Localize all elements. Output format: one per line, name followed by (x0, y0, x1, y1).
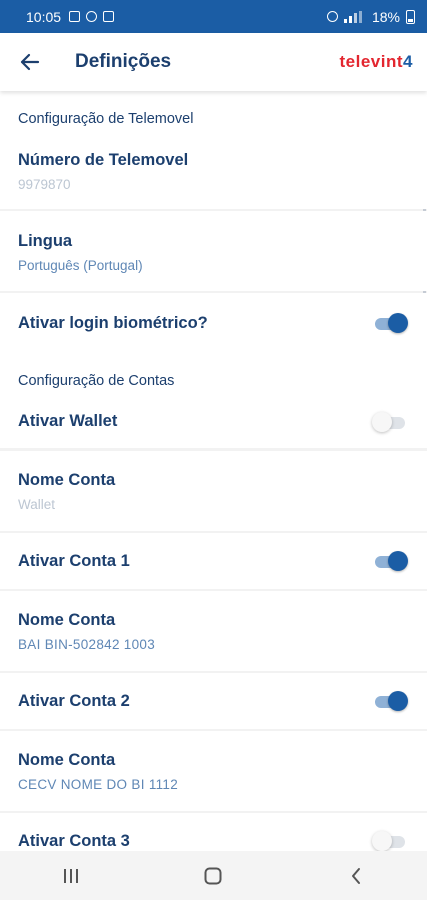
back-button[interactable] (0, 53, 60, 71)
account1-label: Ativar Conta 1 (18, 552, 130, 570)
alarm-icon (326, 11, 338, 22)
biometric-label: Ativar login biométrico? (18, 314, 208, 332)
accounts-config-title: Configuração de Contas (18, 373, 175, 389)
status-bar: 10:05 18% (0, 0, 427, 33)
account2-toggle[interactable] (373, 690, 408, 712)
logo-suffix: 4 (403, 52, 413, 71)
account1-name-label: Nome Conta (18, 611, 116, 629)
account3-label: Ativar Conta 3 (18, 832, 130, 850)
biometric-accounts-section: Ativar login biométrico? Configuração de… (0, 293, 427, 448)
settings-list[interactable]: Configuração de Telemovel Número de Tele… (0, 91, 427, 851)
wallet-label: Ativar Wallet (18, 412, 118, 430)
logo-text: televint (339, 52, 404, 71)
chevron-left-icon (351, 867, 360, 884)
account1-name-value: BAI BIN-502842 1003 (18, 637, 156, 652)
signal-icon (343, 10, 362, 23)
battery-percentage: 18% (371, 8, 400, 25)
battery-icon (406, 9, 415, 24)
image-notification-icon (69, 11, 81, 22)
account2-name-label: Nome Conta (18, 751, 116, 769)
phone-config-section: Configuração de Telemovel Número de Tele… (0, 91, 427, 209)
wallet-name-value: Wallet (18, 497, 56, 512)
phone-config-title: Configuração de Telemovel (18, 111, 194, 127)
notification-icons (69, 11, 115, 22)
wallet-name-label: Nome Conta (18, 471, 116, 489)
account1-name-setting[interactable]: Nome Conta BAI BIN-502842 1003 (0, 591, 427, 671)
account2-name-value: CECV NOME DO BI 1112 (18, 777, 179, 792)
phone-number-label: Número de Telemovel (18, 151, 189, 169)
system-nav-bar (0, 851, 427, 900)
account1-setting: Ativar Conta 1 (0, 533, 427, 589)
wallet-toggle[interactable] (372, 411, 407, 433)
page-title: Definições (75, 51, 172, 72)
account3-toggle[interactable] (372, 830, 407, 851)
biometric-toggle[interactable] (373, 312, 408, 334)
system-back-button[interactable] (326, 856, 386, 896)
app-notification-icon (103, 11, 115, 22)
language-setting[interactable]: Lingua Português (Portugal) (0, 211, 427, 291)
home-button[interactable] (183, 856, 243, 896)
arrow-left-icon (20, 53, 40, 71)
televint-logo: televint4 (340, 52, 414, 72)
account3-setting: Ativar Conta 3 (0, 813, 427, 851)
account1-toggle[interactable] (373, 550, 408, 572)
language-label: Lingua (18, 232, 73, 250)
phone-number-value: 9979870 (18, 177, 71, 192)
home-icon (204, 867, 222, 884)
messenger-icon (86, 11, 98, 22)
account2-name-setting[interactable]: Nome Conta CECV NOME DO BI 1112 (0, 731, 427, 811)
app-bar: Definições televint4 (0, 33, 427, 91)
account2-setting: Ativar Conta 2 (0, 673, 427, 729)
account2-label: Ativar Conta 2 (18, 692, 130, 710)
wallet-name-setting[interactable]: Nome Conta Wallet (0, 451, 427, 531)
recents-button[interactable] (41, 856, 101, 896)
status-time: 10:05 (26, 8, 62, 25)
language-value: Português (Portugal) (18, 258, 143, 273)
recents-icon (64, 868, 79, 883)
